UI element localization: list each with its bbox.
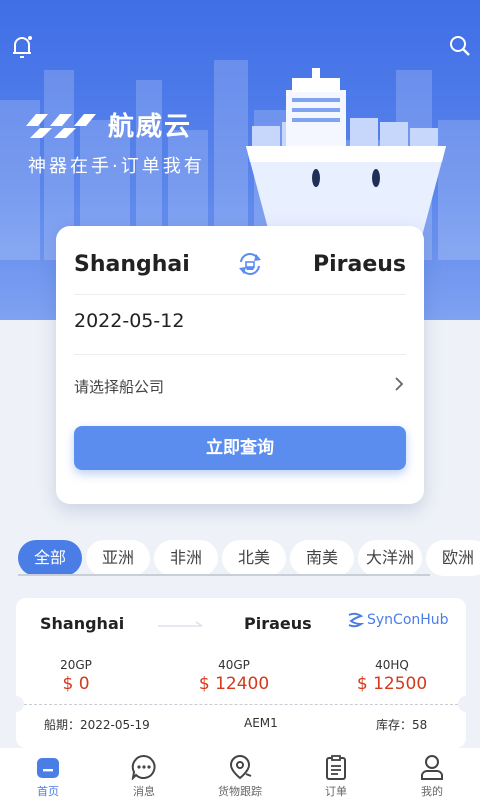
price-value: $ 12400 <box>198 674 270 694</box>
route-code: AEM1 <box>244 716 278 730</box>
nav-label: 货物跟踪 <box>218 785 262 798</box>
container-type: 40GP <box>218 658 250 672</box>
stock-count: 库存：58 <box>376 718 428 732</box>
slogan: 神器在手·订单我有 <box>28 156 205 177</box>
tab-europe[interactable]: 欧洲 <box>426 540 480 576</box>
bottom-nav: 首页 消息 货物跟踪 订单 我的 <box>0 748 480 800</box>
price-20gp: 20GP $ 0 <box>26 658 126 694</box>
carrier-logo-icon <box>348 612 364 628</box>
cargo-ship-illustration <box>246 68 446 236</box>
departure-date[interactable]: 2022-05-12 <box>74 310 184 332</box>
price-40hq: 40HQ $ 12500 <box>342 658 442 694</box>
tab-africa[interactable]: 非洲 <box>154 540 218 576</box>
ticket-notch <box>8 696 24 712</box>
nav-label: 我的 <box>421 785 443 798</box>
divider <box>74 294 406 295</box>
carrier-logo: SynConHub <box>346 612 449 628</box>
carrier-select[interactable]: 请选择船公司 <box>74 376 164 397</box>
nav-label: 消息 <box>133 785 155 798</box>
price-40gp: 40GP $ 12400 <box>184 658 284 694</box>
home-icon <box>37 758 59 778</box>
destination-port[interactable]: Piraeus <box>313 252 406 277</box>
nav-profile[interactable]: 我的 <box>384 748 480 800</box>
nav-orders[interactable]: 订单 <box>288 748 384 800</box>
message-icon <box>131 754 156 780</box>
nav-home[interactable]: 首页 <box>0 748 96 800</box>
nav-label: 首页 <box>37 785 59 798</box>
result-destination: Piraeus <box>244 614 312 633</box>
brand-mark-icon <box>26 113 96 138</box>
tab-north-america[interactable]: 北美 <box>222 540 286 576</box>
arrow-right-icon <box>158 621 203 627</box>
tab-all[interactable]: 全部 <box>18 540 82 576</box>
freight-result-card[interactable]: Shanghai Piraeus SynConHub 20GP $ 0 40GP… <box>8 598 474 748</box>
price-value: $ 0 <box>62 674 90 694</box>
clipboard-icon <box>326 755 346 780</box>
tab-asia[interactable]: 亚洲 <box>86 540 150 576</box>
nav-messages[interactable]: 消息 <box>96 748 192 800</box>
tab-oceania[interactable]: 大洋洲 <box>358 540 422 576</box>
ticket-notch <box>458 696 474 712</box>
search-icon[interactable] <box>448 34 472 58</box>
person-icon <box>421 755 443 780</box>
tabs-scroll-indicator <box>18 574 430 576</box>
dashed-divider <box>24 704 458 705</box>
price-value: $ 12500 <box>356 674 428 694</box>
brand-logo: 航威云 <box>26 106 192 143</box>
bell-icon[interactable] <box>10 34 34 60</box>
brand-name: 航威云 <box>108 112 193 142</box>
swap-ports-icon[interactable] <box>236 250 264 278</box>
nav-tracking[interactable]: 货物跟踪 <box>192 748 288 800</box>
container-type: 40HQ <box>375 658 409 672</box>
origin-port[interactable]: Shanghai <box>74 252 190 277</box>
carrier-name: SynConHub <box>367 612 449 628</box>
sailing-date: 船期：2022-05-19 <box>44 718 150 732</box>
result-origin: Shanghai <box>40 614 125 633</box>
chevron-right-icon[interactable] <box>394 376 404 392</box>
location-pin-icon <box>229 754 252 780</box>
query-button[interactable]: 立即查询 <box>74 426 406 470</box>
divider <box>74 354 406 355</box>
tab-south-america[interactable]: 南美 <box>290 540 354 576</box>
container-type: 20GP <box>60 658 92 672</box>
nav-label: 订单 <box>325 785 347 798</box>
route-search-card: Shanghai Piraeus 2022-05-12 请选择船公司 立即查询 <box>56 226 424 504</box>
